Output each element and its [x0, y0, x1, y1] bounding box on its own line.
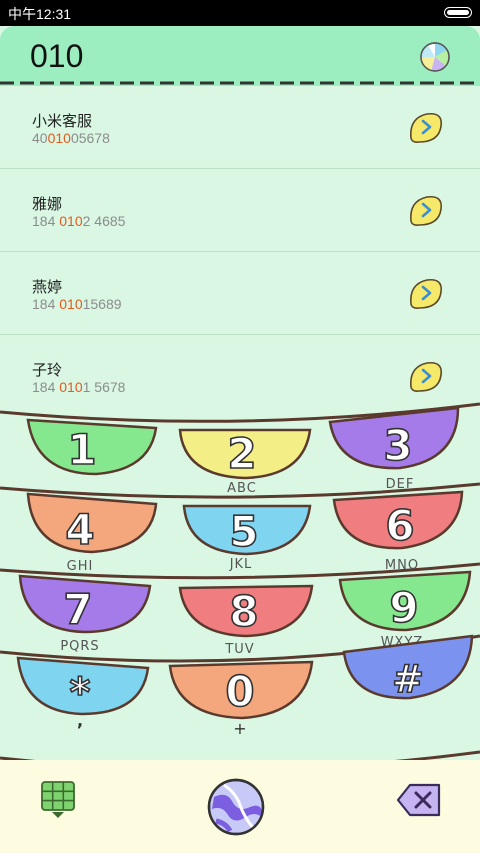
contact-number: 184 0101 5678	[32, 379, 126, 395]
svg-text:MNO: MNO	[385, 558, 419, 573]
key-hash[interactable]: #	[342, 634, 474, 702]
contact-row[interactable]: 雅娜 184 0102 4685	[0, 169, 480, 252]
call-marble-icon[interactable]	[206, 777, 266, 837]
contact-name: 小米客服	[32, 112, 93, 130]
contact-row[interactable]: 燕婷 184 01015689	[0, 252, 480, 335]
svg-text:8: 8	[229, 587, 258, 636]
svg-text:+: +	[233, 719, 246, 738]
svg-text:2: 2	[227, 429, 256, 478]
backspace-icon[interactable]	[396, 782, 442, 818]
key-6[interactable]: 6 MNO	[332, 490, 464, 573]
lemon-arrow-icon[interactable]	[405, 274, 445, 314]
svg-text:1: 1	[67, 425, 96, 474]
svg-text:*: *	[70, 670, 91, 716]
svg-text:6: 6	[385, 501, 414, 550]
key-0[interactable]: 0 +	[168, 660, 314, 738]
lemon-arrow-icon[interactable]	[405, 357, 445, 397]
svg-text:7: 7	[63, 585, 92, 634]
contact-name: 子玲	[32, 361, 63, 379]
dialpad-grid-icon[interactable]	[40, 780, 76, 820]
key-3[interactable]: 3 DEF	[328, 406, 460, 492]
svg-text:PQRS: PQRS	[60, 639, 99, 654]
contact-list: 小米客服 4001005678 雅娜 184 0102 4685 燕婷 184 …	[0, 86, 480, 417]
svg-text:DEF: DEF	[386, 477, 415, 492]
contact-number: 4001005678	[32, 130, 110, 146]
key-1[interactable]: 1	[26, 418, 158, 476]
candy-icon[interactable]	[419, 41, 451, 73]
svg-text:0: 0	[225, 667, 254, 716]
svg-text:#: #	[392, 657, 424, 701]
contact-name: 雅娜	[32, 195, 63, 213]
lemon-arrow-icon[interactable]	[405, 108, 445, 148]
dialed-number[interactable]: 010	[30, 38, 83, 75]
contact-row[interactable]: 小米客服 4001005678	[0, 86, 480, 169]
svg-text:JKL: JKL	[229, 557, 253, 572]
svg-text:5: 5	[229, 507, 258, 556]
status-bar: 中午12:31	[0, 0, 480, 26]
svg-text:4: 4	[65, 505, 94, 554]
contact-name: 燕婷	[32, 278, 63, 296]
key-star[interactable]: * ,	[16, 656, 150, 730]
bottom-bar	[0, 760, 480, 853]
svg-text:9: 9	[389, 583, 418, 632]
key-5[interactable]: 5 JKL	[182, 504, 312, 572]
lemon-arrow-icon[interactable]	[405, 191, 445, 231]
dial-keypad: 1 2 ABC 3 DEF 4 GHI 5 JKL 6 MNO 7 PQRS 8…	[0, 402, 480, 770]
svg-text:GHI: GHI	[67, 559, 94, 574]
svg-text:3: 3	[383, 421, 412, 470]
contact-number: 184 01015689	[32, 296, 122, 312]
svg-text:TUV: TUV	[224, 642, 254, 657]
contact-number: 184 0102 4685	[32, 213, 126, 229]
key-4[interactable]: 4 GHI	[26, 492, 158, 574]
status-time: 中午12:31	[8, 6, 72, 22]
svg-text:ABC: ABC	[227, 481, 257, 496]
dial-header: 010	[0, 26, 480, 86]
key-7[interactable]: 7 PQRS	[18, 574, 152, 654]
key-2[interactable]: 2 ABC	[178, 428, 312, 496]
svg-text:,: ,	[77, 711, 83, 730]
battery-icon	[444, 7, 472, 18]
key-8[interactable]: 8 TUV	[178, 584, 314, 657]
